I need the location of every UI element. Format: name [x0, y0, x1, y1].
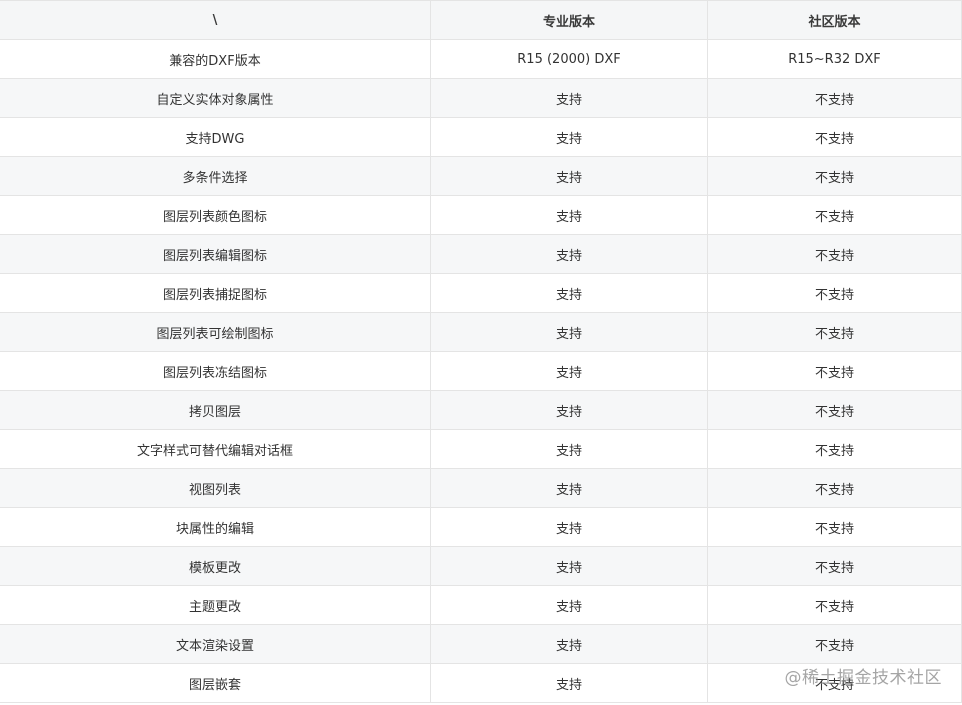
feature-cell: 图层列表冻结图标 — [0, 351, 431, 391]
professional-cell: 支持 — [430, 78, 708, 118]
header-row: \ 专业版本 社区版本 — [0, 0, 962, 40]
community-cell: 不支持 — [707, 507, 962, 547]
table-row: 图层列表冻结图标 支持 不支持 — [0, 351, 962, 391]
table-row: 主题更改 支持 不支持 — [0, 585, 962, 625]
table-row: 兼容的DXF版本 R15 (2000) DXF R15~R32 DXF — [0, 39, 962, 79]
community-cell: 不支持 — [707, 273, 962, 313]
professional-cell: 支持 — [430, 663, 708, 703]
feature-cell: 图层列表可绘制图标 — [0, 312, 431, 352]
community-cell: 不支持 — [707, 624, 962, 664]
feature-cell: 多条件选择 — [0, 156, 431, 196]
header-community: 社区版本 — [707, 0, 962, 40]
table-row: 多条件选择 支持 不支持 — [0, 156, 962, 196]
community-cell: 不支持 — [707, 468, 962, 508]
professional-cell: 支持 — [430, 507, 708, 547]
community-cell: 不支持 — [707, 117, 962, 157]
table-row: 文字样式可替代编辑对话框 支持 不支持 — [0, 429, 962, 469]
professional-cell: 支持 — [430, 195, 708, 235]
community-cell: 不支持 — [707, 312, 962, 352]
professional-cell: 支持 — [430, 351, 708, 391]
professional-cell: 支持 — [430, 117, 708, 157]
table-row: 图层列表编辑图标 支持 不支持 — [0, 234, 962, 274]
table-row: 图层嵌套 支持 不支持 — [0, 663, 962, 703]
community-cell: 不支持 — [707, 429, 962, 469]
feature-cell: 模板更改 — [0, 546, 431, 586]
feature-cell: 兼容的DXF版本 — [0, 39, 431, 79]
table-row: 自定义实体对象属性 支持 不支持 — [0, 78, 962, 118]
feature-cell: 拷贝图层 — [0, 390, 431, 430]
professional-cell: 支持 — [430, 273, 708, 313]
community-cell: 不支持 — [707, 234, 962, 274]
feature-cell: 主题更改 — [0, 585, 431, 625]
table-row: 图层列表可绘制图标 支持 不支持 — [0, 312, 962, 352]
professional-cell: 支持 — [430, 390, 708, 430]
professional-cell: 支持 — [430, 546, 708, 586]
feature-cell: 图层列表编辑图标 — [0, 234, 431, 274]
community-cell: 不支持 — [707, 195, 962, 235]
professional-cell: 支持 — [430, 624, 708, 664]
feature-cell: 图层嵌套 — [0, 663, 431, 703]
community-cell: 不支持 — [707, 78, 962, 118]
feature-cell: 块属性的编辑 — [0, 507, 431, 547]
feature-cell: 视图列表 — [0, 468, 431, 508]
comparison-table: \ 专业版本 社区版本 兼容的DXF版本 R15 (2000) DXF R15~R3… — [0, 0, 962, 703]
feature-cell: 支持DWG — [0, 117, 431, 157]
community-cell: 不支持 — [707, 585, 962, 625]
professional-cell: 支持 — [430, 585, 708, 625]
table-row: 块属性的编辑 支持 不支持 — [0, 507, 962, 547]
table-row: 支持DWG 支持 不支持 — [0, 117, 962, 157]
feature-cell: 文字样式可替代编辑对话框 — [0, 429, 431, 469]
table-row: 图层列表颜色图标 支持 不支持 — [0, 195, 962, 235]
table-row: 模板更改 支持 不支持 — [0, 546, 962, 586]
professional-cell: 支持 — [430, 312, 708, 352]
table-row: 拷贝图层 支持 不支持 — [0, 390, 962, 430]
feature-cell: 图层列表捕捉图标 — [0, 273, 431, 313]
feature-cell: 自定义实体对象属性 — [0, 78, 431, 118]
community-cell: 不支持 — [707, 156, 962, 196]
professional-cell: R15 (2000) DXF — [430, 39, 708, 79]
community-cell: 不支持 — [707, 390, 962, 430]
community-cell: R15~R32 DXF — [707, 39, 962, 79]
header-professional: 专业版本 — [430, 0, 708, 40]
professional-cell: 支持 — [430, 429, 708, 469]
professional-cell: 支持 — [430, 156, 708, 196]
community-cell: 不支持 — [707, 546, 962, 586]
feature-cell: 图层列表颜色图标 — [0, 195, 431, 235]
table-row: 文本渲染设置 支持 不支持 — [0, 624, 962, 664]
table-row: 图层列表捕捉图标 支持 不支持 — [0, 273, 962, 313]
header-feature: \ — [0, 0, 431, 40]
community-cell: 不支持 — [707, 351, 962, 391]
table-row: 视图列表 支持 不支持 — [0, 468, 962, 508]
feature-cell: 文本渲染设置 — [0, 624, 431, 664]
community-cell: 不支持 — [707, 663, 962, 703]
professional-cell: 支持 — [430, 468, 708, 508]
professional-cell: 支持 — [430, 234, 708, 274]
